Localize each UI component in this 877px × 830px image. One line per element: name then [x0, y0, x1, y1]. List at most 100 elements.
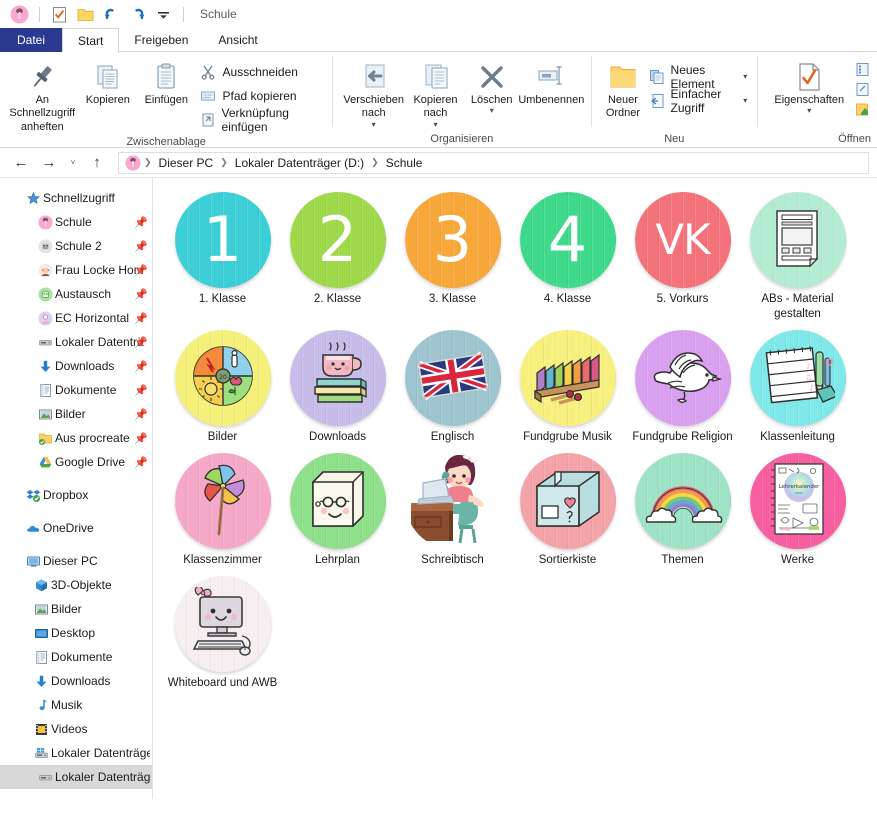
sidebar-item-downloads[interactable]: Downloads	[0, 669, 152, 693]
pin-icon[interactable]: 📌	[134, 312, 148, 325]
pin-icon[interactable]: 📌	[134, 456, 148, 469]
file-item[interactable]: ♪ ♫ ♪ Klassenleitung	[740, 326, 855, 445]
easy-access-button[interactable]: Einfacher Zugriff ▾	[649, 87, 752, 115]
file-item[interactable]: Fundgrube Musik	[510, 326, 625, 445]
file-item[interactable]: Schreibtisch	[395, 449, 510, 568]
breadcrumb[interactable]: ❯ Dieser PC ❯ Lokaler Datenträger (D:) ❯…	[118, 151, 869, 174]
paste-button[interactable]: Einfügen	[137, 56, 195, 107]
file-item[interactable]: Sortierkiste	[510, 449, 625, 568]
sidebar-item-desktop[interactable]: Desktop	[0, 621, 152, 645]
rename-button[interactable]: Umbenennen	[517, 56, 585, 107]
sidebar-item-austausch[interactable]: Austausch 📌	[0, 282, 152, 306]
file-item[interactable]: 20 Bilder	[165, 326, 280, 445]
forward-button[interactable]: →	[36, 151, 62, 175]
edit-icon[interactable]	[855, 82, 870, 100]
sidebar-item-bilder-qa[interactable]: Bilder 📌	[0, 402, 152, 426]
delete-button[interactable]: Löschen ▾	[466, 56, 517, 115]
file-item[interactable]: Downloads	[280, 326, 395, 445]
sidebar-item-lokaler-datentraeger-d[interactable]: Lokaler Datenträge	[0, 765, 152, 789]
chevron-down-icon[interactable]: ▾	[743, 96, 747, 105]
new-folder-button[interactable]: Neuer Ordner	[601, 56, 644, 121]
breadcrumb-item-dieser-pc[interactable]: Dieser PC	[155, 156, 218, 170]
breadcrumb-item-lokaler-datentraeger[interactable]: Lokaler Datenträger (D:)	[231, 156, 368, 170]
file-item[interactable]: Englisch	[395, 326, 510, 445]
file-item[interactable]: 3 3. Klasse	[395, 188, 510, 322]
schule-avatar-icon[interactable]	[10, 5, 29, 24]
breadcrumb-separator[interactable]: ❯	[370, 157, 380, 168]
sidebar-item-schule-2[interactable]: Schule 2 📌	[0, 234, 152, 258]
back-button[interactable]: ←	[8, 151, 34, 175]
sidebar-item-netzwerk[interactable]: Netzwerk	[0, 798, 152, 799]
pin-icon[interactable]: 📌	[134, 288, 148, 301]
history-icon[interactable]	[855, 102, 870, 120]
properties-icon[interactable]	[50, 5, 69, 24]
sidebar-header-schnellzugriff[interactable]: Schnellzugriff	[0, 186, 152, 210]
copy-button[interactable]: Kopieren	[79, 56, 137, 107]
sidebar-item-downloads-qa[interactable]: Downloads 📌	[0, 354, 152, 378]
file-item[interactable]: VK 5. Vorkurs	[625, 188, 740, 322]
breadcrumb-item-schule[interactable]: Schule	[382, 156, 427, 170]
tab-datei[interactable]: Datei	[0, 28, 63, 52]
breadcrumb-separator[interactable]: ❯	[219, 157, 229, 168]
pin-icon[interactable]: 📌	[134, 384, 148, 397]
open-with-icon[interactable]	[855, 62, 870, 80]
chevron-down-icon[interactable]: ▾	[433, 120, 437, 129]
up-button[interactable]: ↑	[84, 151, 110, 175]
file-item[interactable]: Themen	[625, 449, 740, 568]
sidebar-item-lokaler-datentraeger-c[interactable]: Lokaler Datenträge	[0, 741, 152, 765]
sidebar-item-dropbox[interactable]: Dropbox	[0, 483, 152, 507]
sidebar-item-lokaler-datentraeger-qa[interactable]: Lokaler Datenträ 📌	[0, 330, 152, 354]
new-folder-icon[interactable]	[76, 5, 95, 24]
pin-icon[interactable]: 📌	[134, 240, 148, 253]
file-item[interactable]: 1 1. Klasse	[165, 188, 280, 322]
paste-shortcut-button[interactable]: Verknüpfung einfügen	[200, 106, 327, 134]
sidebar-item-schule[interactable]: Schule 📌	[0, 210, 152, 234]
sidebar-item-onedrive[interactable]: OneDrive	[0, 516, 152, 540]
breadcrumb-separator[interactable]: ❯	[143, 157, 153, 168]
file-item[interactable]: ABs - Material gestalten	[740, 188, 855, 322]
sidebar-header-dieser-pc[interactable]: Dieser PC	[0, 549, 152, 573]
recent-locations-button[interactable]: ˅	[64, 151, 82, 175]
sidebar-item-bilder[interactable]: Bilder	[0, 597, 152, 621]
copy-path-button[interactable]: Pfad kopieren	[200, 85, 327, 106]
sidebar-item-3d-objekte[interactable]: 3D-Objekte	[0, 573, 152, 597]
properties-button[interactable]: Eigenschaften ▾	[767, 56, 851, 115]
pin-icon[interactable]: 📌	[134, 336, 148, 349]
file-item[interactable]: 4 4. Klasse	[510, 188, 625, 322]
pin-icon[interactable]: 📌	[134, 264, 148, 277]
customize-dropdown-icon[interactable]	[154, 5, 173, 24]
file-item[interactable]: Fundgrube Religion	[625, 326, 740, 445]
tab-start[interactable]: Start	[62, 28, 120, 53]
cut-button[interactable]: Ausschneiden	[200, 61, 327, 82]
sidebar-item-videos[interactable]: Videos	[0, 717, 152, 741]
sidebar-item-frau-locke-home[interactable]: Frau Locke Hom 📌	[0, 258, 152, 282]
tab-ansicht[interactable]: Ansicht	[203, 28, 272, 52]
pin-icon[interactable]: 📌	[134, 360, 148, 373]
pin-icon[interactable]: 📌	[134, 216, 148, 229]
pin-icon[interactable]: 📌	[134, 432, 148, 445]
move-to-button[interactable]: Verschieben nach ▾	[342, 56, 405, 129]
scissors-icon	[200, 63, 217, 80]
sidebar-item-aus-procreate[interactable]: Aus procreate 📌	[0, 426, 152, 450]
file-item[interactable]: Lehrplan	[280, 449, 395, 568]
undo-icon[interactable]	[102, 5, 121, 24]
sidebar-item-google-drive[interactable]: Google Drive 📌	[0, 450, 152, 474]
sidebar-item-ec-horizontal[interactable]: EC Horizontal 📌	[0, 306, 152, 330]
new-item-button[interactable]: Neues Element ▾	[649, 63, 752, 91]
pin-to-quick-access-button[interactable]: An Schnellzugriff anheften	[6, 56, 79, 134]
tab-freigeben[interactable]: Freigeben	[119, 28, 203, 52]
chevron-down-icon[interactable]: ▾	[807, 107, 811, 115]
file-item[interactable]: Klassenzimmer	[165, 449, 280, 568]
file-item[interactable]: Lehrerkalender 2020 Werke	[740, 449, 855, 568]
file-item[interactable]: 2 2. Klasse	[280, 188, 395, 322]
chevron-down-icon[interactable]: ▾	[743, 72, 747, 81]
redo-icon[interactable]	[128, 5, 147, 24]
sidebar-item-dokumente-qa[interactable]: Dokumente 📌	[0, 378, 152, 402]
copy-to-button[interactable]: Kopieren nach ▾	[405, 56, 466, 129]
pin-icon[interactable]: 📌	[134, 408, 148, 421]
sidebar-item-musik[interactable]: Musik	[0, 693, 152, 717]
chevron-down-icon[interactable]: ▾	[372, 120, 376, 129]
chevron-down-icon[interactable]: ▾	[490, 107, 494, 115]
sidebar-item-dokumente[interactable]: Dokumente	[0, 645, 152, 669]
file-item[interactable]: Whiteboard und AWB	[165, 572, 280, 691]
